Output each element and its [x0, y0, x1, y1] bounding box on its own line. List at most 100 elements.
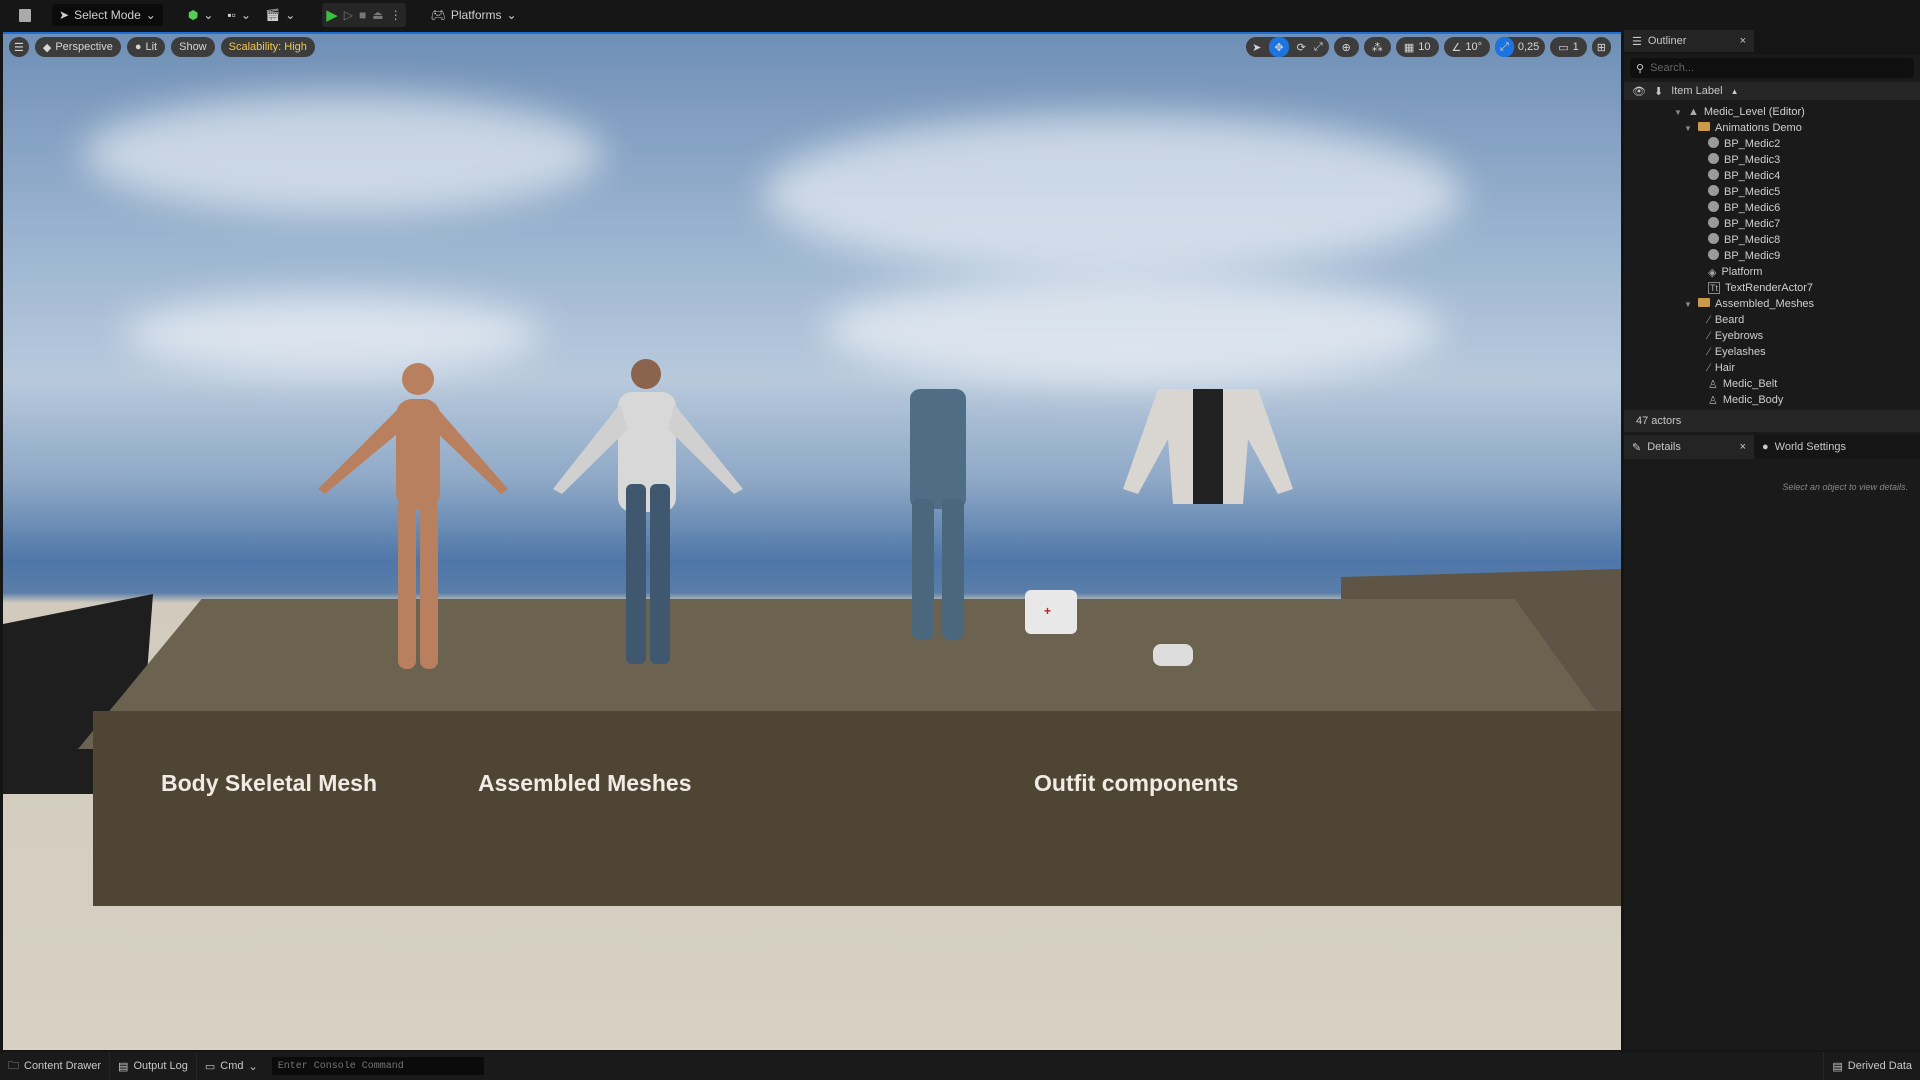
- pencil-icon: ✎: [1632, 441, 1642, 454]
- outliner-row[interactable]: ⁄ Hair: [1624, 360, 1920, 376]
- surface-snap-button[interactable]: ⁂: [1363, 37, 1391, 57]
- show-button[interactable]: Show: [171, 37, 215, 57]
- scale-snap-button[interactable]: ⤢ 0,25: [1495, 37, 1546, 57]
- blueprint-icon: ▪▫: [227, 8, 236, 22]
- layout-icon: ⊞: [1596, 41, 1606, 54]
- outliner-row[interactable]: BP_Medic9: [1624, 248, 1920, 264]
- translate-icon[interactable]: ✥: [1269, 37, 1289, 57]
- groom-icon: ⁄: [1708, 362, 1710, 374]
- outliner-item-label: Medic_Belt: [1722, 378, 1778, 390]
- cinematics-button[interactable]: 🎬︎ ⌄: [258, 4, 302, 26]
- close-icon[interactable]: ×: [1740, 441, 1746, 453]
- text-render-icon: Tt: [1708, 282, 1720, 294]
- outliner-item-label: Eyebrows: [1714, 330, 1764, 342]
- save-button[interactable]: [12, 4, 38, 26]
- outliner-item-label: BP_Medic5: [1724, 186, 1781, 198]
- console-command-input[interactable]: [271, 1057, 484, 1075]
- outliner-row[interactable]: ⁄ Beard: [1624, 312, 1920, 328]
- expand-caret-icon[interactable]: ▼: [1674, 108, 1683, 117]
- cmd-dropdown[interactable]: ▭ Cmd ⌄: [197, 1052, 266, 1080]
- outliner-row[interactable]: BP_Medic5: [1624, 184, 1920, 200]
- outliner-row[interactable]: ▼ Assembled_Meshes: [1624, 296, 1920, 312]
- select-mode-dropdown[interactable]: ➤ Select Mode ⌄: [52, 4, 163, 26]
- lit-button[interactable]: ● Lit: [126, 37, 166, 57]
- groom-icon: ⁄: [1708, 314, 1710, 326]
- tab-outliner[interactable]: ☰ Outliner ×: [1624, 30, 1754, 52]
- camera-speed-button[interactable]: ▭ 1: [1550, 37, 1587, 57]
- more-options-icon[interactable]: ⋮: [390, 8, 402, 22]
- blueprint-icon: [1708, 137, 1719, 151]
- outliner-search-input[interactable]: ⚲ Search...: [1630, 58, 1914, 78]
- rotation-snap-button[interactable]: ∠ 10°: [1443, 37, 1491, 57]
- outliner-item-label: Hair: [1714, 362, 1736, 374]
- transform-tools: ➤ ✥ ⟳ ⤢: [1246, 37, 1329, 57]
- outliner-item-label: BP_Medic3: [1724, 154, 1781, 166]
- grid-snap-button[interactable]: ▦ 10: [1395, 37, 1439, 57]
- grid-icon: ▦: [1403, 41, 1415, 54]
- scale-snap-icon: ⤢: [1495, 37, 1514, 57]
- outliner-item-label: BP_Medic2: [1724, 138, 1781, 150]
- visibility-icon[interactable]: 👁︎: [1632, 85, 1646, 98]
- blueprint-icon: [1708, 233, 1719, 247]
- blueprint-icon: [1708, 153, 1719, 167]
- outliner-row[interactable]: BP_Medic6: [1624, 200, 1920, 216]
- coordinate-system-button[interactable]: ⊕: [1333, 37, 1359, 57]
- tab-details[interactable]: ✎ Details ×: [1624, 435, 1754, 459]
- output-log-button[interactable]: ▤ Output Log: [110, 1052, 197, 1080]
- outliner-row[interactable]: BP_Medic3: [1624, 152, 1920, 168]
- layout-button[interactable]: ⊞: [1591, 37, 1611, 57]
- world-settings-label: World Settings: [1774, 441, 1846, 453]
- outliner-row[interactable]: Tt TextRenderActor7: [1624, 280, 1920, 296]
- play-icon[interactable]: ▶: [326, 6, 338, 24]
- outliner-item-label: BP_Medic9: [1724, 250, 1781, 262]
- outliner-row[interactable]: BP_Medic4: [1624, 168, 1920, 184]
- outliner-row[interactable]: BP_Medic7: [1624, 216, 1920, 232]
- viewport-menu-button[interactable]: ☰: [9, 37, 29, 57]
- groom-icon: ⁄: [1708, 330, 1710, 342]
- outliner-row[interactable]: ⁄ Eyelashes: [1624, 344, 1920, 360]
- outliner-item-label: TextRenderActor7: [1725, 282, 1814, 294]
- derived-data-icon: ▤: [1832, 1060, 1843, 1073]
- expand-caret-icon[interactable]: ▼: [1684, 300, 1693, 309]
- outfit-jacket: [1123, 389, 1293, 504]
- eject-icon[interactable]: ⏏: [372, 8, 383, 22]
- outliner-row[interactable]: BP_Medic2: [1624, 136, 1920, 152]
- add-actor-button[interactable]: ⬢ ⌄: [181, 4, 221, 26]
- perspective-button[interactable]: ◆ Perspective: [34, 37, 121, 57]
- stop-icon[interactable]: ■: [359, 8, 366, 22]
- skeletal-mesh-icon: ♙: [1708, 394, 1718, 407]
- actor-count: 47 actors: [1624, 410, 1920, 432]
- skeletal-mesh-icon: ♙: [1708, 378, 1718, 391]
- outliner-row[interactable]: ⁄ Eyebrows: [1624, 328, 1920, 344]
- blueprint-icon: [1708, 169, 1719, 183]
- right-panel: ☰ Outliner × ⚲ Search... 👁︎ ⬇ Item Label ▲ ▼ ▲ M…: [1624, 30, 1920, 1050]
- outliner-row[interactable]: ▼ ▲ Medic_Level (Editor): [1624, 104, 1920, 120]
- globe-icon: ●: [1762, 441, 1769, 453]
- assembled-meshes-figure: [553, 359, 743, 664]
- content-drawer-button[interactable]: 🗀 Content Drawer: [0, 1052, 111, 1080]
- outliner-row[interactable]: ▼ Animations Demo: [1624, 120, 1920, 136]
- blueprints-button[interactable]: ▪▫ ⌄: [220, 4, 258, 26]
- outliner-row[interactable]: ◈ Platform: [1624, 264, 1920, 280]
- details-hint: Select an object to view details.: [1782, 482, 1908, 492]
- level-viewport[interactable]: + Body Skeletal Mesh Assembled Meshes Ou…: [3, 32, 1621, 1050]
- step-icon[interactable]: ▷: [344, 8, 353, 22]
- scalability-button[interactable]: Scalability: High: [220, 37, 315, 57]
- outliner-row[interactable]: ♙ Medic_Body: [1624, 392, 1920, 408]
- rotate-icon[interactable]: ⟳: [1297, 41, 1306, 54]
- save-icon: [19, 8, 31, 22]
- expand-caret-icon[interactable]: ▼: [1684, 124, 1693, 133]
- item-label-column[interactable]: Item Label: [1671, 85, 1722, 97]
- close-icon[interactable]: ×: [1740, 35, 1746, 47]
- lit-label: Lit: [145, 41, 158, 53]
- derived-data-button[interactable]: ▤ Derived Data: [1823, 1052, 1920, 1080]
- outliner-item-label: Beard: [1714, 314, 1745, 326]
- platforms-dropdown[interactable]: 🎮︎ Platforms ⌄: [424, 4, 524, 26]
- select-icon[interactable]: ➤: [1252, 41, 1261, 54]
- outliner-item-label: BP_Medic7: [1724, 218, 1781, 230]
- tab-world-settings[interactable]: ● World Settings: [1754, 435, 1854, 459]
- outliner-row[interactable]: ♙ Medic_Belt: [1624, 376, 1920, 392]
- outliner-row[interactable]: BP_Medic8: [1624, 232, 1920, 248]
- scale-icon[interactable]: ⤢: [1314, 41, 1329, 54]
- pin-icon[interactable]: ⬇: [1654, 85, 1663, 98]
